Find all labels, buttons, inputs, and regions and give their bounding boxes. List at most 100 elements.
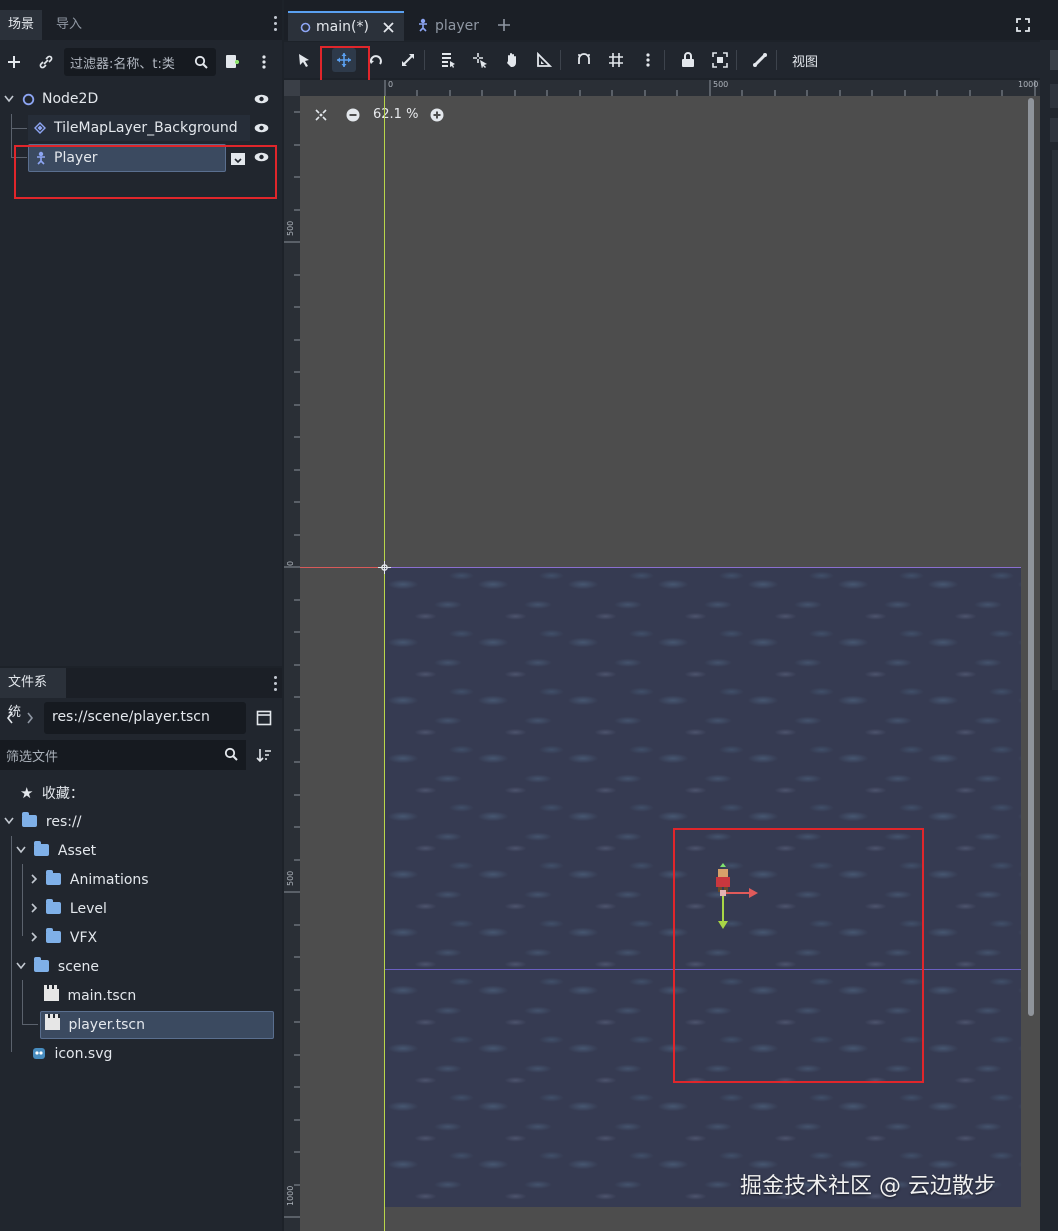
back-icon[interactable]: [6, 712, 14, 724]
scale-tool[interactable]: [396, 48, 420, 72]
scene-tabs: main(*) player: [284, 0, 1040, 41]
tab-label: main(*): [316, 19, 369, 35]
origin-marker-icon: [378, 561, 391, 574]
folder-animations[interactable]: Animations: [30, 867, 149, 893]
dock-menu-icon[interactable]: [274, 676, 278, 692]
search-icon: [194, 55, 208, 69]
group-button[interactable]: [708, 48, 732, 72]
folder-icon: [46, 870, 62, 885]
chevron-right-icon[interactable]: [30, 903, 38, 913]
favorites-item[interactable]: ★ 收藏：: [20, 780, 84, 806]
file-filter-placeholder: 筛选文件: [6, 750, 59, 765]
smart-snap-toggle[interactable]: [572, 48, 596, 72]
split-view-icon[interactable]: [256, 710, 272, 726]
list-select-tool[interactable]: [436, 48, 460, 72]
chevron-right-icon[interactable]: [30, 932, 38, 942]
bone-icon: [753, 53, 767, 67]
tab-filesystem[interactable]: 文件系统: [0, 668, 66, 720]
attach-script-button[interactable]: [220, 50, 244, 74]
highlight-box: [673, 828, 924, 1083]
vertical-scrollbar[interactable]: [1028, 98, 1034, 1016]
node2d-icon: [300, 22, 311, 33]
zoom-reset-icon[interactable]: [315, 109, 327, 121]
node2d-icon: [22, 93, 35, 106]
select-tool[interactable]: [292, 48, 316, 72]
tree-connector: [11, 114, 12, 158]
node-label: TileMapLayer_Background: [54, 120, 238, 136]
chevron-right-icon[interactable]: [30, 874, 38, 884]
list-item-label: res://: [45, 814, 82, 830]
visibility-eye-icon[interactable]: [254, 94, 269, 104]
canvas-viewport[interactable]: 0 500 1000 500 0 500 1000 62.1 % 掘金技术社区 …: [284, 80, 1040, 1231]
ruler-top-ticks: [384, 80, 1036, 96]
folder-icon: [34, 957, 50, 972]
folder-asset[interactable]: Asset: [16, 838, 96, 864]
pointer-icon: [299, 54, 309, 67]
add-node-button[interactable]: [2, 50, 26, 74]
ruler-label: 1000: [286, 1185, 295, 1206]
tree-node-node2d[interactable]: Node2D: [4, 86, 280, 112]
path-text: res://scene/player.tscn: [52, 709, 210, 725]
file-player-tscn[interactable]: player.tscn: [40, 1011, 274, 1039]
ruler-label: 0: [286, 560, 295, 566]
tilemap-icon: [34, 122, 46, 134]
scale-icon: [402, 54, 414, 66]
scene-more-button[interactable]: [252, 50, 276, 74]
zoom-in-icon[interactable]: [430, 108, 444, 122]
grid-snap-toggle[interactable]: [604, 48, 628, 72]
scene-file-icon: [44, 985, 59, 1001]
tab-main[interactable]: main(*): [288, 11, 404, 41]
ruler-label: 500: [713, 80, 729, 89]
folder-vfx[interactable]: VFX: [30, 925, 97, 951]
chevron-down-icon[interactable]: [4, 95, 14, 103]
path-field[interactable]: res://scene/player.tscn: [44, 702, 246, 734]
filesystem-dock: 文件系统 res://scene/player.tscn 筛选文件 ★ 收藏： …: [0, 668, 282, 1231]
skeleton-button[interactable]: [748, 48, 772, 72]
view-menu[interactable]: 视图: [792, 51, 818, 70]
tab-scene[interactable]: 场景: [0, 10, 43, 40]
pivot-tool[interactable]: [468, 48, 492, 72]
viewport-bound-line: [385, 567, 1021, 568]
folder-scene[interactable]: scene: [16, 954, 99, 980]
star-icon: ★: [20, 784, 34, 802]
inspector-control[interactable]: [1050, 118, 1058, 142]
sort-icon[interactable]: [256, 747, 272, 763]
chevron-down-icon[interactable]: [4, 817, 14, 825]
tab-import[interactable]: 导入: [48, 10, 90, 40]
folder-level[interactable]: Level: [30, 896, 107, 922]
tree-node-tilemaplayer[interactable]: TileMapLayer_Background: [28, 115, 250, 141]
fullscreen-icon[interactable]: [1016, 18, 1030, 32]
chevron-down-icon[interactable]: [16, 846, 26, 854]
file-filter-input[interactable]: 筛选文件: [0, 740, 246, 770]
y-axis-line: [384, 96, 385, 1231]
ruler-tool[interactable]: [532, 48, 556, 72]
tree-connector: [22, 1024, 38, 1025]
file-icon-svg[interactable]: icon.svg: [32, 1041, 112, 1067]
forward-icon[interactable]: [26, 712, 34, 724]
kebab-icon: [646, 53, 650, 67]
lock-button[interactable]: [676, 48, 700, 72]
list-item-label: Animations: [69, 872, 149, 888]
search-icon: [224, 747, 238, 761]
scene-toolbar: 过滤器:名称、t:类: [0, 44, 282, 80]
instance-scene-button[interactable]: [34, 50, 58, 74]
scene-filter-input[interactable]: 过滤器:名称、t:类: [64, 48, 216, 76]
chevron-down-icon[interactable]: [16, 962, 26, 970]
scene-filter-placeholder: 过滤器:名称、t:类: [70, 57, 175, 72]
pan-tool[interactable]: [500, 48, 524, 72]
inspector-control[interactable]: [1050, 84, 1058, 108]
node-label: Node2D: [42, 91, 99, 107]
folder-res[interactable]: res://: [4, 809, 81, 835]
file-main-tscn[interactable]: main.tscn: [44, 983, 136, 1009]
zoom-level[interactable]: 62.1 %: [373, 107, 418, 122]
toolbar-separator: [776, 50, 777, 70]
tab-label: player: [435, 18, 480, 34]
hand-icon: [507, 53, 516, 67]
visibility-eye-icon[interactable]: [254, 123, 269, 133]
close-icon[interactable]: [383, 22, 394, 33]
zoom-out-icon[interactable]: [346, 108, 360, 122]
snap-options-button[interactable]: [636, 48, 660, 72]
add-tab-icon[interactable]: [497, 18, 511, 32]
dock-menu-icon[interactable]: [274, 16, 278, 32]
inspector-control[interactable]: [1050, 50, 1058, 70]
